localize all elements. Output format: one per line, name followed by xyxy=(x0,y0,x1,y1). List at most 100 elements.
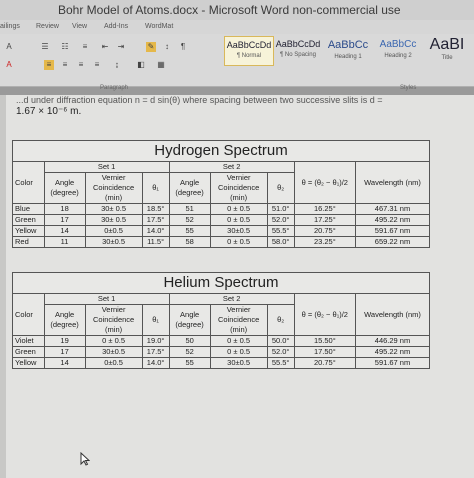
cell: 30± 0.5 xyxy=(84,214,143,226)
style-sample: AaBI xyxy=(429,36,465,53)
column-header: θ₂ xyxy=(266,172,295,204)
table-row: Blue 18 30± 0.5 18.5° 51 0 ± 0.5 51.0° 1… xyxy=(12,203,430,215)
cell: 17 xyxy=(43,214,86,226)
table-row: Yellow 14 0±0.5 14.0° 55 30±0.5 55.5° 20… xyxy=(12,225,430,237)
cell: 0 ± 0.5 xyxy=(209,214,268,226)
tab-view[interactable]: View xyxy=(72,23,87,30)
cell: 58.0° xyxy=(266,236,295,248)
cell: 0 ± 0.5 xyxy=(209,346,268,358)
cell: 50 xyxy=(168,335,211,347)
bullets-icon[interactable]: ☰ xyxy=(40,42,50,52)
line-spacing-icon[interactable]: ↨ xyxy=(112,60,122,70)
borders-icon[interactable]: ▦ xyxy=(156,60,166,70)
tab-mailings[interactable]: ailings xyxy=(0,23,20,30)
document-text-line: ...d under diffraction equation n = d si… xyxy=(16,95,383,105)
numbering-icon[interactable]: ☷ xyxy=(60,42,70,52)
align-right-icon[interactable]: ≡ xyxy=(76,60,86,70)
column-header: θ₂ xyxy=(266,304,295,336)
table-row: Green 17 30± 0.5 17.5° 52 0 ± 0.5 52.0° … xyxy=(12,214,430,226)
cell: 17.50° xyxy=(293,346,357,358)
style-name: Heading 2 xyxy=(384,53,412,59)
style-name: ¶ No Spacing xyxy=(280,52,316,58)
column-header: Color xyxy=(12,161,45,204)
cell: 14 xyxy=(43,357,86,369)
cell: 16.25° xyxy=(293,203,357,215)
column-header: θ = (θ₂ − θ₁)/2 xyxy=(293,293,357,336)
sort-icon[interactable]: ↕ xyxy=(162,42,172,52)
align-left-icon[interactable]: ≡ xyxy=(44,60,54,70)
highlight-icon[interactable]: ✎ xyxy=(146,42,156,52)
cell: 14.0° xyxy=(141,225,170,237)
column-header: Vernier Coincidence (min) xyxy=(209,304,268,336)
hydrogen-table: Hydrogen Spectrum Color Set 1 Set 2 θ = … xyxy=(12,140,430,248)
cell: 11.5° xyxy=(141,236,170,248)
cell: 0±0.5 xyxy=(84,357,143,369)
cell: Green xyxy=(12,346,45,358)
justify-icon[interactable]: ≡ xyxy=(92,60,102,70)
shading-icon[interactable]: ◧ xyxy=(136,60,146,70)
multilevel-list-icon[interactable]: ≡ xyxy=(80,42,90,52)
column-header: Angle (degree) xyxy=(43,304,86,336)
cell: Green xyxy=(12,214,45,226)
cell: Violet xyxy=(12,335,45,347)
pilcrow-icon[interactable]: ¶ xyxy=(178,42,188,52)
font-size-icon[interactable]: A xyxy=(4,42,14,52)
tab-add-ins[interactable]: Add-Ins xyxy=(104,23,128,30)
mouse-pointer-icon xyxy=(80,451,91,469)
table-row: Violet 19 0 ± 0.5 19.0° 50 0 ± 0.5 50.0°… xyxy=(12,335,430,347)
column-header: Wavelength (nm) xyxy=(355,293,430,336)
cell: 19 xyxy=(43,335,86,347)
cell: 495.22 nm xyxy=(355,214,430,226)
cell: 14.0° xyxy=(141,357,170,369)
column-header: Wavelength (nm) xyxy=(355,161,430,204)
cell: 0 ± 0.5 xyxy=(209,335,268,347)
cell: 30± 0.5 xyxy=(84,203,143,215)
cell: 55.5° xyxy=(266,357,295,369)
ribbon-group-labels: Paragraph Styles xyxy=(0,85,474,95)
style-sample: AaBbCc xyxy=(327,39,369,51)
column-header: Set 2 xyxy=(168,161,295,173)
style-sample: AaBbCcDd xyxy=(275,39,321,49)
paragraph-group-label: Paragraph xyxy=(100,85,129,91)
column-header: Color xyxy=(12,293,45,336)
cell: 50.0° xyxy=(266,335,295,347)
cell: 55 xyxy=(168,225,211,237)
cell: 591.67 nm xyxy=(355,225,430,237)
decrease-indent-icon[interactable]: ⇤ xyxy=(100,42,110,52)
ribbon-tabs: ailings Review View Add-Ins WordMat xyxy=(0,20,474,34)
style-name: Title xyxy=(441,55,453,61)
helium-table: Helium Spectrum Color Set 1 Set 2 θ = (θ… xyxy=(12,272,430,369)
tab-review[interactable]: Review xyxy=(36,23,59,30)
cell: Yellow xyxy=(12,357,45,369)
cell: Red xyxy=(12,236,45,248)
column-header: Angle (degree) xyxy=(43,172,86,204)
cell: 0 ± 0.5 xyxy=(84,335,143,347)
cell: 659.22 nm xyxy=(355,236,430,248)
style-heading-1[interactable]: AaBbCc Heading 1 xyxy=(324,36,372,64)
styles-group-label: Styles xyxy=(400,85,417,91)
cell: 51 xyxy=(168,203,211,215)
align-center-icon[interactable]: ≡ xyxy=(60,60,70,70)
font-color-icon[interactable]: A xyxy=(4,60,14,70)
cell: 52.0° xyxy=(266,214,295,226)
table-row: Red 11 30±0.5 11.5° 58 0 ± 0.5 58.0° 23.… xyxy=(12,236,430,248)
style-heading-2[interactable]: AaBbCc Heading 2 xyxy=(374,36,422,64)
style-no-spacing[interactable]: AaBbCcDd ¶ No Spacing xyxy=(274,36,322,64)
column-header: θ₁ xyxy=(141,304,170,336)
cell: 20.75° xyxy=(293,225,357,237)
cell: 17.5° xyxy=(141,214,170,226)
table-row: Green 17 30±0.5 17.5° 52 0 ± 0.5 52.0° 1… xyxy=(12,346,430,358)
cell: 591.67 nm xyxy=(355,357,430,369)
window-title: Bohr Model of Atoms.docx - Microsoft Wor… xyxy=(58,3,401,17)
column-header: Set 1 xyxy=(43,161,170,173)
tab-wordmat[interactable]: WordMat xyxy=(145,23,173,30)
cell: 446.29 nm xyxy=(355,335,430,347)
cell: 18.5° xyxy=(141,203,170,215)
cell: 0 ± 0.5 xyxy=(209,236,268,248)
style-title[interactable]: AaBI Title xyxy=(424,36,470,64)
style-normal[interactable]: AaBbCcDd ¶ Normal xyxy=(224,36,274,66)
cell: 30±0.5 xyxy=(84,346,143,358)
style-sample: AaBbCcDd xyxy=(226,40,272,50)
cell: 17 xyxy=(43,346,86,358)
increase-indent-icon[interactable]: ⇥ xyxy=(116,42,126,52)
